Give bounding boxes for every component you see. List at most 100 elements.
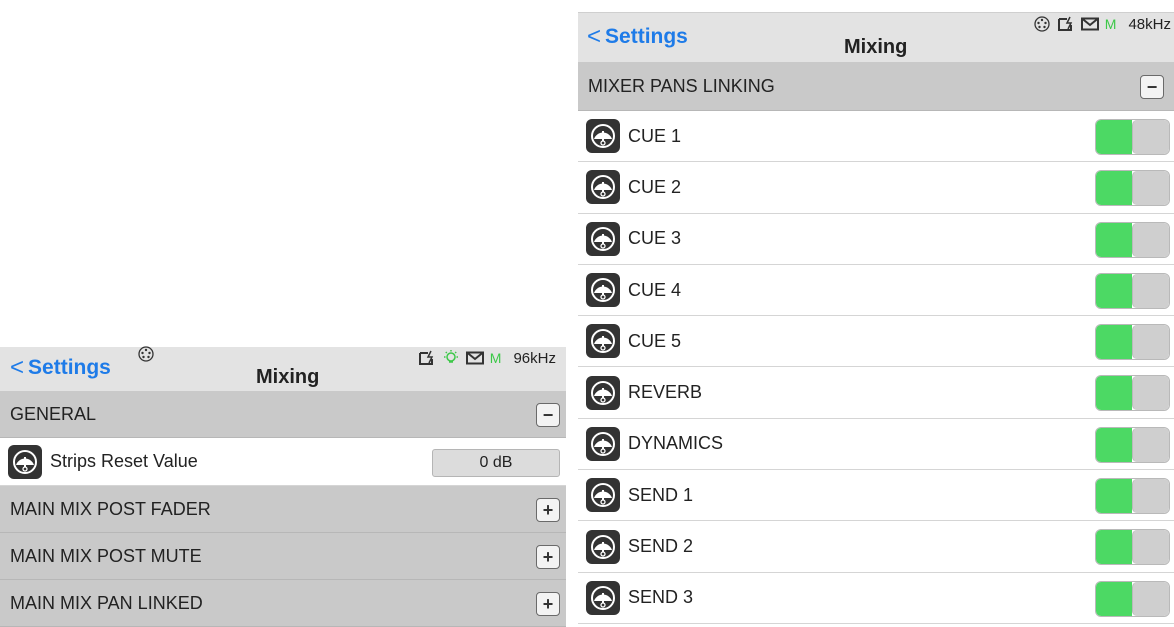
lightbulb-icon [443, 350, 458, 363]
midi-port-icon [1034, 16, 1050, 32]
navigation-bar: < Settings Mixing M 96kHz [0, 346, 566, 391]
knob-icon [586, 119, 620, 154]
power-plug-icon [418, 350, 434, 365]
section-main-mix-post-fader[interactable]: MAIN MIX POST FADER + [0, 486, 566, 533]
row-label: SEND 3 [628, 587, 694, 608]
row-label: DYNAMICS [628, 433, 724, 454]
strips-reset-row: Strips Reset Value 0 dB [0, 438, 566, 486]
knob-icon [586, 478, 620, 513]
knob-icon [586, 580, 620, 615]
back-button-label: Settings [28, 356, 111, 379]
expand-button[interactable]: + [536, 592, 560, 616]
pan-link-row: REVERB [578, 367, 1174, 419]
toggle-thumb [1132, 530, 1169, 565]
sample-rate: 48kHz [1128, 15, 1171, 33]
collapse-button[interactable]: − [536, 403, 560, 427]
strips-reset-value-field[interactable]: 0 dB [432, 449, 560, 477]
section-main-mix-post-mute[interactable]: MAIN MIX POST MUTE + [0, 533, 566, 580]
row-label: CUE 4 [628, 279, 682, 300]
toggle-thumb [1132, 120, 1169, 154]
master-indicator: M [489, 350, 502, 366]
pan-link-toggle[interactable] [1095, 272, 1170, 309]
pan-link-toggle[interactable] [1095, 580, 1170, 617]
row-label: REVERB [628, 382, 703, 403]
section-general[interactable]: GENERAL − [0, 391, 566, 438]
row-label: SEND 1 [628, 484, 694, 505]
pan-link-toggle[interactable] [1095, 478, 1170, 515]
knob-icon [586, 170, 620, 205]
toggle-on-track [1096, 581, 1132, 616]
row-label: CUE 5 [628, 330, 682, 351]
status-indicators: M 96kHz [418, 349, 556, 367]
knob-icon [586, 375, 620, 410]
section-label: MIXER PANS LINKING [588, 75, 775, 96]
toggle-thumb [1132, 376, 1169, 411]
back-button[interactable]: < Settings [587, 25, 688, 49]
section-main-mix-pan-linked[interactable]: MAIN MIX PAN LINKED + [0, 580, 566, 627]
collapse-button[interactable]: − [1140, 75, 1164, 99]
master-indicator: M [1104, 16, 1117, 32]
left-settings-panel: < Settings Mixing M 96kHz GENERAL − Stri… [0, 346, 566, 627]
expand-button[interactable]: + [536, 545, 560, 569]
section-mixer-pans-linking[interactable]: MIXER PANS LINKING − [578, 62, 1174, 111]
row-label: CUE 2 [628, 176, 682, 197]
toggle-on-track [1096, 427, 1132, 462]
toggle-thumb [1132, 325, 1169, 360]
pan-link-toggle[interactable] [1095, 426, 1170, 463]
page-title: Mixing [844, 36, 908, 58]
sample-rate: 96kHz [513, 349, 556, 367]
toggle-on-track [1096, 325, 1132, 360]
pan-link-row: SEND 3 [578, 572, 1174, 624]
mail-icon [1080, 17, 1099, 31]
toggle-on-track [1096, 120, 1132, 154]
row-label: CUE 1 [628, 125, 682, 146]
pan-link-toggle[interactable] [1095, 324, 1170, 361]
back-button-label: Settings [605, 25, 688, 48]
expand-button[interactable]: + [536, 498, 560, 522]
midi-port-icon [138, 346, 154, 362]
toggle-on-track [1096, 530, 1132, 565]
pan-link-row: CUE 4 [578, 264, 1174, 317]
pan-link-row: CUE 5 [578, 316, 1174, 368]
power-plug-icon [1057, 16, 1073, 31]
section-label: GENERAL [10, 403, 97, 424]
chevron-left-icon: < [10, 354, 25, 381]
pan-link-row: CUE 1 [578, 111, 1174, 163]
navigation-bar: < Settings Mixing M 48kHz [578, 13, 1174, 62]
row-label: CUE 3 [628, 228, 682, 249]
pan-link-toggle[interactable] [1095, 529, 1170, 566]
pan-link-row: SEND 2 [578, 521, 1174, 573]
chevron-left-icon: < [587, 23, 602, 50]
knob-icon [586, 324, 620, 359]
toggle-thumb [1132, 222, 1169, 257]
right-settings-panel: < Settings Mixing M 48kHz MIXER PANS LIN… [578, 12, 1174, 627]
toggle-on-track [1096, 171, 1132, 206]
row-label: SEND 2 [628, 536, 694, 557]
toggle-on-track [1096, 376, 1132, 411]
toggle-thumb [1132, 427, 1169, 462]
page-title: Mixing [256, 366, 320, 388]
row-label: Strips Reset Value [50, 451, 198, 471]
pan-link-row: CUE 3 [578, 213, 1174, 265]
pan-link-toggle[interactable] [1095, 375, 1170, 412]
status-indicators: M 48kHz [1033, 15, 1171, 33]
knob-icon [586, 529, 620, 564]
pan-linking-list: CUE 1 CUE 2 CUE 3 CUE 4 CUE 5 REVERB DYNAMICS S… [578, 111, 1174, 624]
pan-link-row: DYNAMICS [578, 418, 1174, 471]
section-label: MAIN MIX POST FADER [10, 498, 211, 519]
pan-link-toggle[interactable] [1095, 119, 1170, 155]
pan-link-toggle[interactable] [1095, 170, 1170, 207]
toggle-on-track [1096, 222, 1132, 257]
section-label: MAIN MIX POST MUTE [10, 545, 202, 566]
toggle-thumb [1132, 581, 1169, 616]
back-button[interactable]: < Settings [10, 356, 111, 380]
toggle-thumb [1132, 479, 1169, 514]
pan-link-toggle[interactable] [1095, 221, 1170, 258]
pan-link-row: SEND 1 [578, 470, 1174, 522]
knob-icon [586, 273, 620, 308]
toggle-on-track [1096, 273, 1132, 308]
section-label: MAIN MIX PAN LINKED [10, 592, 203, 613]
toggle-thumb [1132, 171, 1169, 206]
toggle-thumb [1132, 273, 1169, 308]
knob-icon [586, 221, 620, 256]
